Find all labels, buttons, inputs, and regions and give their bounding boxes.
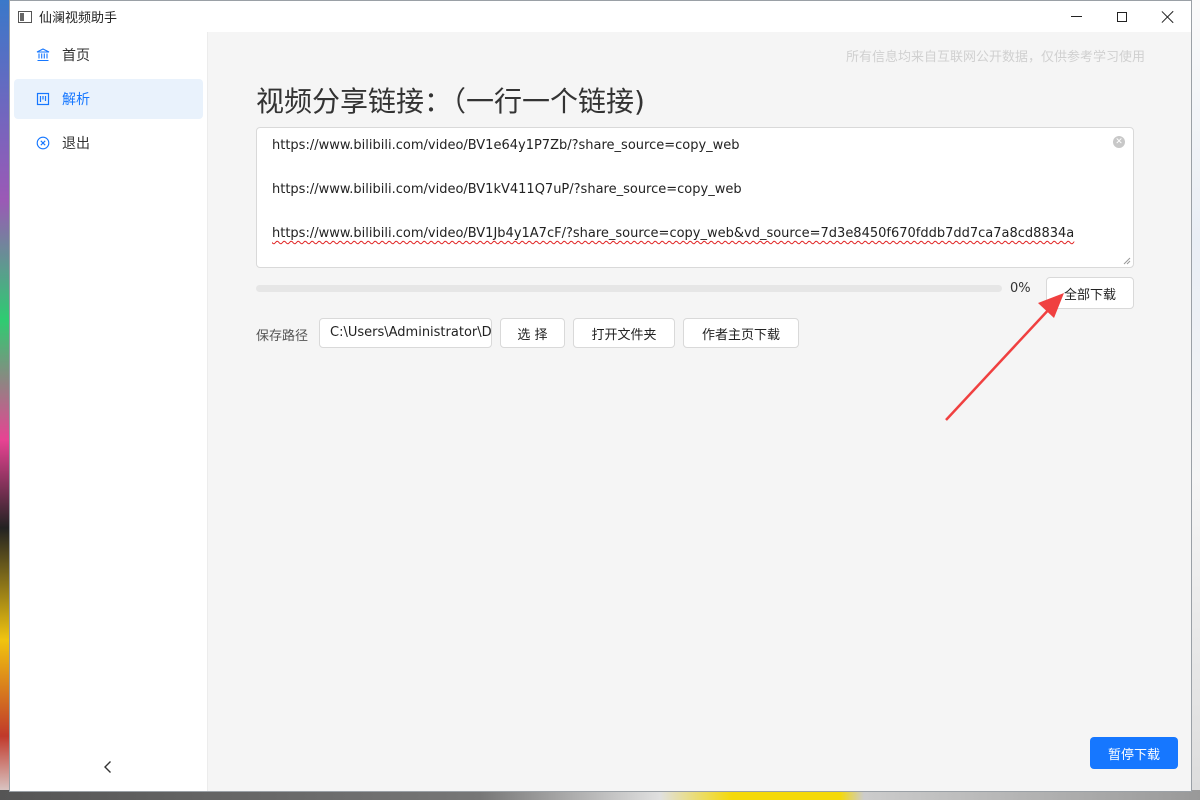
- download-progress-text: 0%: [1010, 281, 1031, 296]
- save-path-label: 保存路径: [256, 329, 309, 344]
- maximize-icon: [1117, 11, 1127, 22]
- window-title: 仙澜视频助手: [39, 11, 118, 26]
- author-homepage-download-button[interactable]: 作者主页下载: [683, 318, 799, 348]
- bank-icon: [36, 48, 50, 62]
- window-body: 首页 解析 退出 所有信息均来自互联网公开数据，仅供参考学习使用 视频分享链接：…: [10, 32, 1191, 791]
- minimize-button[interactable]: [1053, 1, 1099, 32]
- link-line: https://www.bilibili.com/video/BV1Jb4y1A…: [272, 226, 1075, 241]
- sidebar-item-label: 首页: [62, 48, 90, 64]
- sidebar-menu: 首页 解析 退出: [10, 32, 207, 163]
- sidebar-collapse-button[interactable]: [100, 759, 116, 775]
- download-all-button[interactable]: 全部下载: [1046, 277, 1134, 309]
- project-icon: [36, 92, 50, 106]
- clear-icon[interactable]: ✕: [1113, 136, 1125, 148]
- maximize-button[interactable]: [1099, 1, 1145, 32]
- page-title: 视频分享链接：（一行一个链接): [256, 85, 645, 118]
- download-progress-bar: [256, 285, 1002, 292]
- sidebar-item-home[interactable]: 首页: [14, 35, 203, 75]
- title-bar[interactable]: 仙澜视频助手: [10, 1, 1191, 32]
- close-icon: [1161, 10, 1175, 24]
- desktop-background-left: [0, 0, 9, 800]
- app-window: 仙澜视频助手 首页 解析 退出 所有信息均来自互联网公开数据，仅供参考学习使用 …: [9, 0, 1192, 792]
- links-textarea[interactable]: https://www.bilibili.com/video/BV1e64y1P…: [256, 127, 1134, 268]
- sidebar-item-parse[interactable]: 解析: [14, 79, 203, 119]
- sidebar-item-label: 解析: [62, 92, 90, 108]
- minimize-icon: [1070, 16, 1082, 17]
- desktop-background-right: [1192, 0, 1200, 800]
- disclaimer-notice: 所有信息均来自互联网公开数据，仅供参考学习使用: [845, 50, 1145, 65]
- close-button[interactable]: [1145, 1, 1191, 32]
- link-line: https://www.bilibili.com/video/BV1kV411Q…: [272, 182, 742, 197]
- link-line: https://www.bilibili.com/video/BV1e64y1P…: [272, 138, 740, 153]
- sidebar-item-exit[interactable]: 退出: [14, 123, 203, 163]
- window-controls: [1053, 1, 1191, 32]
- pause-download-button[interactable]: 暂停下载: [1090, 737, 1178, 769]
- sidebar: 首页 解析 退出: [10, 32, 208, 791]
- main-content: 所有信息均来自互联网公开数据，仅供参考学习使用 视频分享链接：（一行一个链接) …: [208, 32, 1191, 791]
- save-path-input[interactable]: C:\Users\Administrator\D: [319, 318, 492, 348]
- open-folder-button[interactable]: 打开文件夹: [573, 318, 675, 348]
- sidebar-item-label: 退出: [62, 136, 90, 152]
- close-circle-icon: [36, 136, 50, 150]
- chevron-left-icon: [104, 761, 111, 773]
- app-icon: [18, 10, 32, 23]
- choose-folder-button[interactable]: 选 择: [500, 318, 565, 348]
- resize-handle-icon[interactable]: [1123, 257, 1131, 265]
